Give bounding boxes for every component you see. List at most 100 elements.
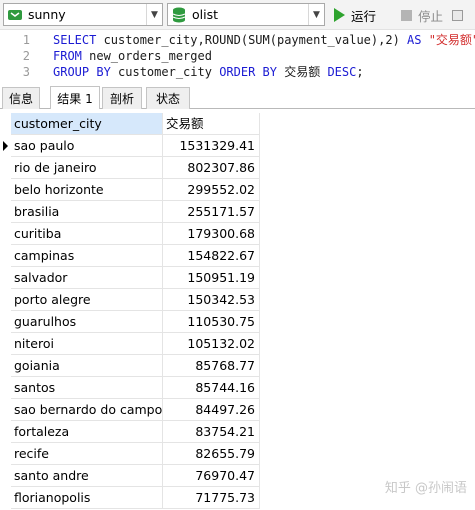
table-row[interactable]: brasilia 255171.57: [0, 201, 262, 223]
amount-cell[interactable]: 85744.16: [163, 377, 260, 399]
tab-1[interactable]: 结果 1: [50, 86, 100, 109]
connection-name: sunny: [28, 7, 66, 22]
line-number: 2: [22, 49, 30, 63]
amount-cell[interactable]: 83754.21: [163, 421, 260, 443]
table-row[interactable]: guarulhos 110530.75: [0, 311, 262, 333]
amount-cell[interactable]: 255171.57: [163, 201, 260, 223]
sql-editor[interactable]: 1 SELECT customer_city,ROUND(SUM(payment_…: [0, 31, 475, 82]
line-number: 1: [22, 33, 30, 47]
sql-text: ;: [356, 65, 364, 79]
city-cell[interactable]: salvador: [11, 267, 163, 289]
row-marker: [0, 223, 11, 245]
table-row[interactable]: porto alegre 150342.53: [0, 289, 262, 311]
amount-cell[interactable]: 110530.75: [163, 311, 260, 333]
table-row[interactable]: rio de janeiro 802307.86: [0, 157, 262, 179]
watermark: 知乎 @孙闹语: [384, 481, 467, 496]
city-cell[interactable]: rio de janeiro: [11, 157, 163, 179]
sql-text: 交易额: [284, 65, 328, 79]
row-marker: [0, 245, 11, 267]
city-cell[interactable]: brasilia: [11, 201, 163, 223]
row-marker: [0, 179, 11, 201]
row-marker: [0, 487, 11, 509]
table-row[interactable]: belo horizonte 299552.02: [0, 179, 262, 201]
sql-keyword: SELECT: [53, 33, 104, 47]
amount-cell[interactable]: 82655.79: [163, 443, 260, 465]
city-cell[interactable]: guarulhos: [11, 311, 163, 333]
table-row[interactable]: santo andre 76970.47: [0, 465, 262, 487]
table-row[interactable]: salvador 150951.19: [0, 267, 262, 289]
tab-2[interactable]: 剖析: [102, 87, 142, 109]
table-row[interactable]: sao bernardo do campo 84497.26: [0, 399, 262, 421]
table-row[interactable]: santos 85744.16: [0, 377, 262, 399]
stop-button[interactable]: 停止: [401, 6, 443, 24]
code-line[interactable]: 2 FROM new_orders_merged: [0, 48, 475, 64]
amount-cell[interactable]: 76970.47: [163, 465, 260, 487]
amount-cell[interactable]: 150342.53: [163, 289, 260, 311]
stop-icon: [401, 9, 412, 21]
table-row[interactable]: recife 82655.79: [0, 443, 262, 465]
city-cell[interactable]: santo andre: [11, 465, 163, 487]
city-cell[interactable]: santos: [11, 377, 163, 399]
amount-cell[interactable]: 150951.19: [163, 267, 260, 289]
row-marker: [0, 201, 11, 223]
column-header[interactable]: 交易额: [163, 113, 260, 135]
amount-cell[interactable]: 71775.73: [163, 487, 260, 509]
city-cell[interactable]: belo horizonte: [11, 179, 163, 201]
column-header[interactable]: customer_city: [11, 113, 163, 135]
amount-cell[interactable]: 105132.02: [163, 333, 260, 355]
amount-cell[interactable]: 84497.26: [163, 399, 260, 421]
amount-cell[interactable]: 85768.77: [163, 355, 260, 377]
code-line[interactable]: 1 SELECT customer_city,ROUND(SUM(payment_…: [0, 32, 475, 48]
database-selector[interactable]: olist ▼: [167, 3, 325, 26]
city-cell[interactable]: curitiba: [11, 223, 163, 245]
connection-selector[interactable]: sunny ▼: [3, 3, 163, 26]
sql-keyword: GROUP BY: [53, 65, 119, 79]
row-marker: [0, 267, 11, 289]
city-cell[interactable]: fortaleza: [11, 421, 163, 443]
tab-3[interactable]: 状态: [146, 87, 190, 109]
code-line[interactable]: 3 GROUP BY customer_city ORDER BY 交易额 DES…: [0, 64, 475, 80]
city-cell[interactable]: recife: [11, 443, 163, 465]
toolbar: sunny ▼ olist ▼ 运行 停止: [0, 0, 475, 30]
amount-cell[interactable]: 802307.86: [163, 157, 260, 179]
table-row[interactable]: goiania 85768.77: [0, 355, 262, 377]
amount-cell[interactable]: 179300.68: [163, 223, 260, 245]
database-name: olist: [192, 7, 219, 22]
city-cell[interactable]: florianopolis: [11, 487, 163, 509]
table-header: customer_city 交易额: [0, 113, 262, 135]
city-cell[interactable]: sao bernardo do campo: [11, 399, 163, 421]
explain-icon: [452, 9, 463, 21]
table-row[interactable]: fortaleza 83754.21: [0, 421, 262, 443]
chevron-down-icon[interactable]: ▼: [308, 4, 324, 25]
table-row[interactable]: curitiba 179300.68: [0, 223, 262, 245]
row-marker: [0, 157, 11, 179]
row-marker: [0, 399, 11, 421]
chevron-down-icon[interactable]: ▼: [146, 4, 162, 25]
database-icon: [168, 4, 190, 25]
row-marker: [0, 333, 11, 355]
city-cell[interactable]: niteroi: [11, 333, 163, 355]
sql-string: "交易额": [428, 33, 475, 47]
table-row[interactable]: campinas 154822.67: [0, 245, 262, 267]
result-tabs: 信息 结果 1 剖析 状态: [0, 86, 475, 109]
explain-button[interactable]: [452, 6, 467, 24]
row-marker: [0, 289, 11, 311]
table-row[interactable]: sao paulo 1531329.41: [0, 135, 262, 157]
amount-cell[interactable]: 1531329.41: [163, 135, 260, 157]
sql-text: customer_city,ROUND(SUM(payment_value),2…: [103, 33, 408, 47]
table-row[interactable]: florianopolis 71775.73: [0, 487, 262, 509]
line-number: 3: [22, 65, 30, 79]
sql-keyword: FROM: [53, 49, 90, 63]
result-grid[interactable]: customer_city 交易额 sao paulo 1531329.41 rio d…: [0, 113, 475, 510]
amount-cell[interactable]: 299552.02: [163, 179, 260, 201]
tab-0[interactable]: 信息: [2, 87, 40, 109]
table-row[interactable]: niteroi 105132.02: [0, 333, 262, 355]
city-cell[interactable]: campinas: [11, 245, 163, 267]
amount-cell[interactable]: 154822.67: [163, 245, 260, 267]
current-row-icon: [3, 141, 8, 151]
run-button[interactable]: 运行: [334, 6, 376, 24]
city-cell[interactable]: porto alegre: [11, 289, 163, 311]
city-cell[interactable]: sao paulo: [11, 135, 163, 157]
row-marker: [0, 135, 11, 157]
city-cell[interactable]: goiania: [11, 355, 163, 377]
